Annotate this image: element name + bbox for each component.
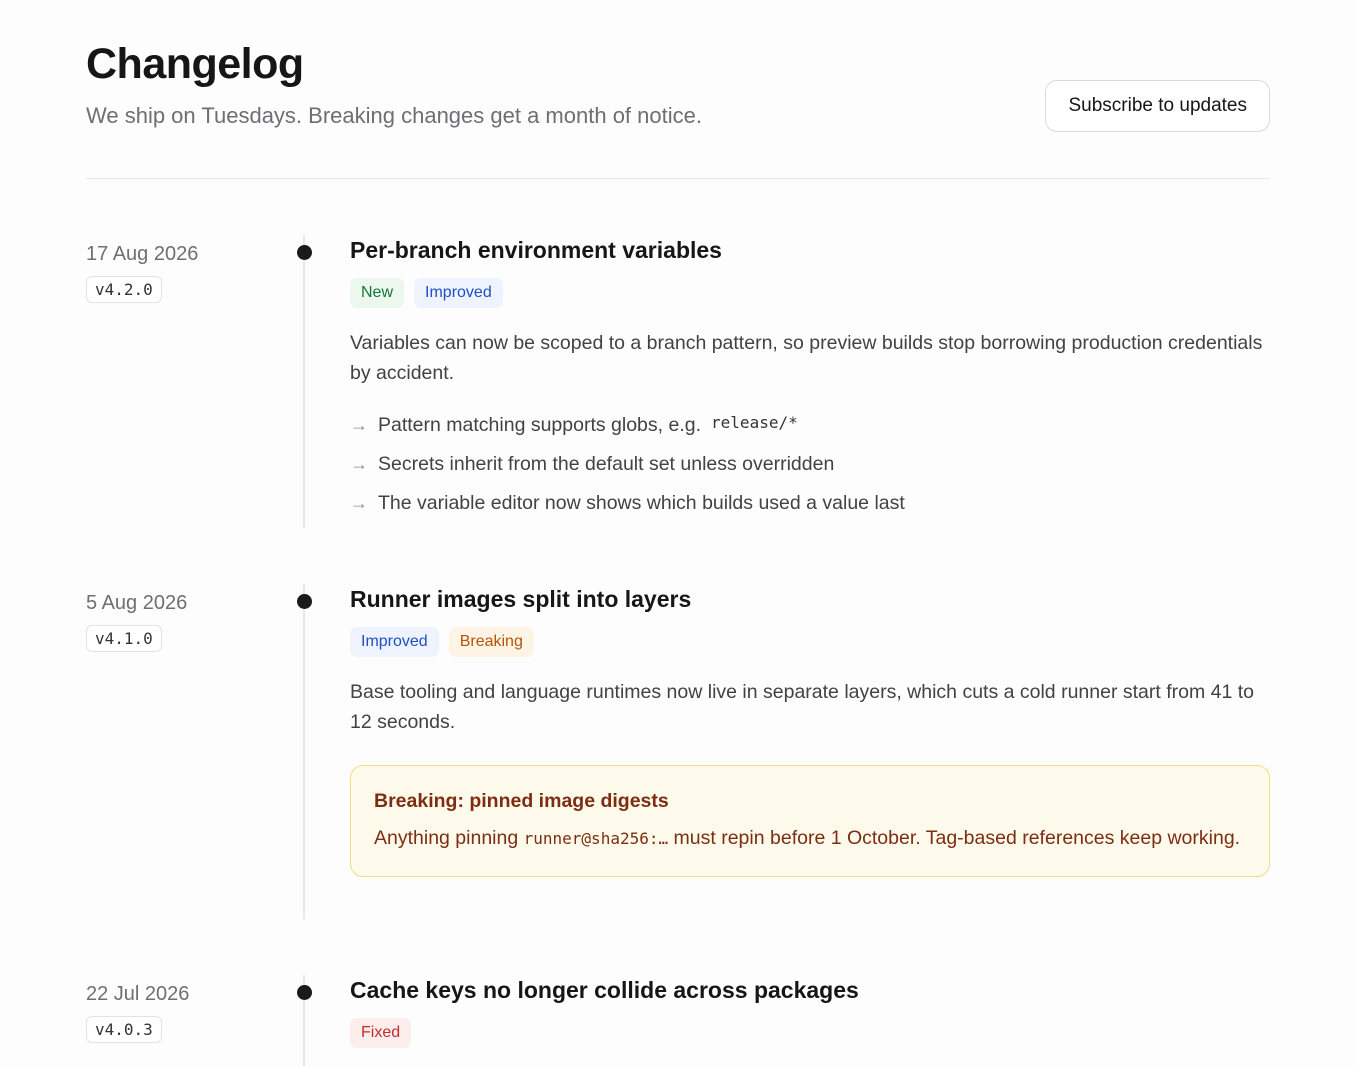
changelog-page: Changelog We ship on Tuesdays. Breaking … bbox=[0, 0, 1356, 179]
page-title: Changelog bbox=[86, 40, 304, 88]
tag-improved: Improved bbox=[350, 627, 439, 657]
entry-title: Cache keys no longer collide across pack… bbox=[350, 977, 859, 1003]
callout-text: Anything pinning runner@sha256:… must re… bbox=[374, 823, 1246, 854]
callout-title: Breaking: pinned image digests bbox=[374, 790, 669, 812]
timeline-dot-icon bbox=[297, 985, 312, 1000]
entry-date: 17 Aug 2026 bbox=[86, 243, 199, 265]
entry-date: 5 Aug 2026 bbox=[86, 592, 188, 614]
tag-list: Fixed bbox=[350, 1018, 1270, 1048]
tag-improved: Improved bbox=[414, 278, 503, 308]
page-subtitle: We ship on Tuesdays. Breaking changes ge… bbox=[86, 103, 702, 128]
timeline-dot-icon bbox=[297, 594, 312, 609]
tag-breaking: Breaking bbox=[448, 627, 534, 657]
entry-description: Variables can now be scoped to a branch … bbox=[350, 332, 1263, 384]
inline-code: runner@sha256:… bbox=[523, 829, 669, 848]
changelog-entry: 22 Jul 2026 v4.0.3 Cache keys no longer … bbox=[86, 975, 1270, 1066]
version-badge: v4.1.0 bbox=[86, 625, 162, 652]
tag-new: New bbox=[350, 278, 405, 308]
arrow-right-icon: → bbox=[350, 493, 368, 513]
list-item: → The variable editor now shows which bu… bbox=[350, 484, 1270, 523]
entry-description: Base tooling and language runtimes now l… bbox=[350, 681, 1254, 733]
version-badge: v4.2.0 bbox=[86, 276, 162, 303]
entry-title: Per-branch environment variables bbox=[350, 237, 722, 263]
callout-text-before: Anything pinning bbox=[374, 827, 519, 849]
timeline-line bbox=[303, 584, 305, 919]
list-item: → Secrets inherit from the default set u… bbox=[350, 445, 1270, 484]
tag-fixed: Fixed bbox=[350, 1018, 412, 1048]
tag-list: New Improved bbox=[350, 278, 1270, 308]
changelog-entry: 5 Aug 2026 v4.1.0 Runner images split in… bbox=[86, 584, 1270, 922]
list-item: → Pattern matching supports globs, e.g. … bbox=[350, 406, 1270, 445]
version-badge: v4.0.3 bbox=[86, 1016, 162, 1043]
callout-text-after: must repin before 1 October. Tag-based r… bbox=[673, 827, 1241, 849]
arrow-right-icon: → bbox=[350, 454, 368, 474]
bullet-list: → Pattern matching supports globs, e.g. … bbox=[350, 406, 1270, 523]
timeline-line bbox=[303, 235, 305, 528]
timeline-dot-icon bbox=[297, 245, 312, 260]
bullet-text: The variable editor now shows which buil… bbox=[378, 492, 905, 514]
changelog-entry: 17 Aug 2026 v4.2.0 Per-branch environmen… bbox=[86, 235, 1270, 533]
entry-body: Per-branch environment variables New Imp… bbox=[350, 237, 1270, 523]
breaking-callout: Breaking: pinned image digests Anything … bbox=[350, 765, 1270, 877]
page-header: Changelog We ship on Tuesdays. Breaking … bbox=[86, 0, 1270, 179]
entry-body: Runner images split into layers Improved… bbox=[350, 586, 1270, 877]
entry-date: 22 Jul 2026 bbox=[86, 983, 190, 1005]
bullet-text: Pattern matching supports globs, e.g. bbox=[378, 414, 702, 436]
tag-list: Improved Breaking bbox=[350, 627, 1270, 657]
arrow-right-icon: → bbox=[350, 415, 368, 435]
entry-body: Cache keys no longer collide across pack… bbox=[350, 977, 1270, 1048]
bullet-text: Secrets inherit from the default set unl… bbox=[378, 453, 835, 475]
subscribe-button[interactable]: Subscribe to updates bbox=[1045, 80, 1270, 132]
inline-code: release/* bbox=[711, 413, 798, 432]
entry-title: Runner images split into layers bbox=[350, 586, 692, 612]
